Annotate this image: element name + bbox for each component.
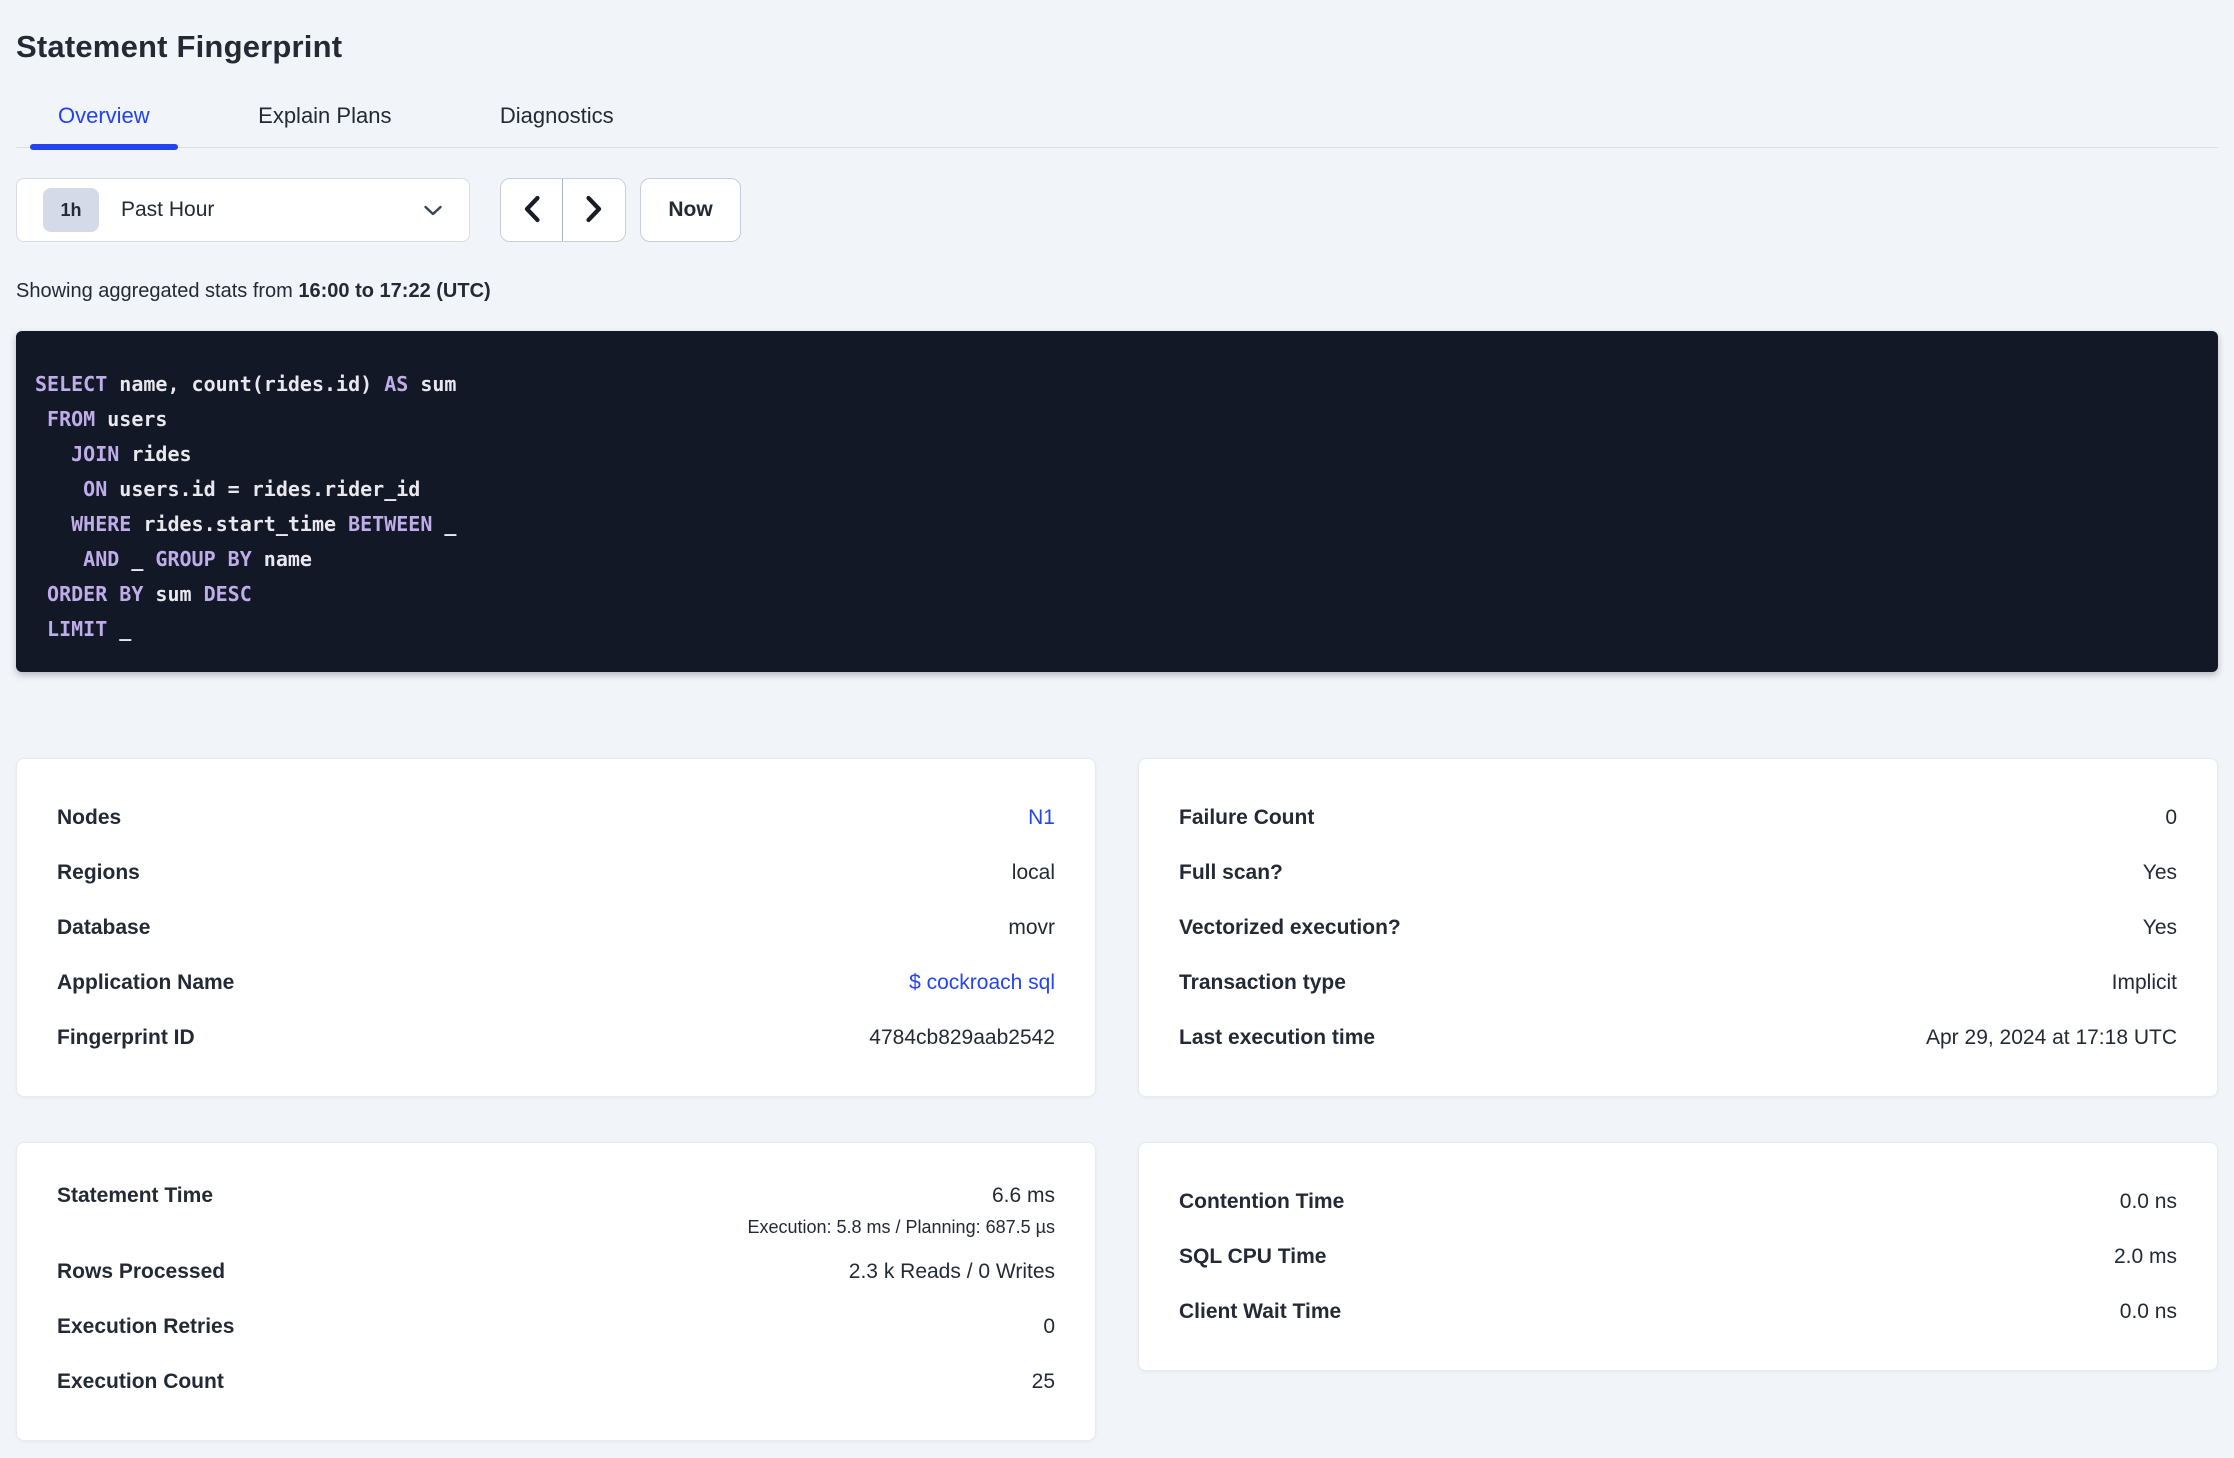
table-row: Full scan? Yes — [1139, 845, 2217, 900]
stats-summary-prefix: Showing aggregated stats from — [16, 280, 299, 302]
row-label: Vectorized execution? — [1179, 915, 1401, 939]
prev-time-button[interactable] — [501, 179, 563, 241]
row-label: Last execution time — [1179, 1025, 1376, 1049]
tab-bar: Overview Explain Plans Diagnostics — [16, 103, 2218, 150]
row-label: Statement Time — [57, 1184, 213, 1207]
sql-line: SELECT name, count(rides.id) AS sum — [35, 372, 457, 396]
table-row: Regions local — [17, 845, 1095, 900]
sql-line: FROM users — [47, 407, 168, 431]
table-row: Failure Count 0 — [1139, 790, 2217, 845]
row-label: Execution Count — [57, 1369, 224, 1393]
sql-line: JOIN rides — [71, 442, 192, 466]
row-value: 2.0 ms — [2113, 1244, 2177, 1268]
stats-summary: Showing aggregated stats from 16:00 to 1… — [16, 280, 2218, 303]
chevron-down-icon — [423, 204, 443, 217]
row-label: Rows Processed — [57, 1259, 226, 1283]
page-content: Statement Fingerprint Overview Explain P… — [0, 0, 2234, 1441]
sql-statement-block: SELECT name, count(rides.id) AS sum FROM… — [16, 331, 2218, 672]
sql-line: LIMIT _ — [47, 617, 132, 641]
table-row: Client Wait Time 0.0 ns — [1139, 1284, 2217, 1339]
table-row: Nodes N1 — [17, 790, 1095, 845]
row-label: Client Wait Time — [1179, 1299, 1342, 1323]
row-label: Nodes — [57, 805, 122, 829]
row-label: Application Name — [57, 970, 235, 994]
table-row: Transaction type Implicit — [1139, 955, 2217, 1010]
time-picker-row: 1h Past Hour Now — [16, 178, 2218, 242]
wait-times-card: Contention Time 0.0 ns SQL CPU Time 2.0 … — [1138, 1142, 2218, 1371]
now-button[interactable]: Now — [640, 178, 741, 242]
page-title: Statement Fingerprint — [16, 29, 343, 64]
row-value: 0 — [2165, 805, 2177, 829]
tab-diagnostics[interactable]: Diagnostics — [472, 103, 642, 147]
time-range-dropdown[interactable]: 1h Past Hour — [16, 178, 470, 242]
table-row: Fingerprint ID 4784cb829aab2542 — [17, 1010, 1095, 1065]
row-label: Execution Retries — [57, 1314, 235, 1338]
chevron-left-icon — [523, 195, 541, 226]
time-step-buttons — [500, 178, 626, 242]
row-value: 6.6 ms — [991, 1184, 1055, 1207]
time-range-badge: 1h — [43, 188, 99, 232]
table-row: Execution Count 25 — [17, 1354, 1095, 1409]
table-row: Rows Processed 2.3 k Reads / 0 Writes — [17, 1244, 1095, 1299]
row-value: 4784cb829aab2542 — [869, 1025, 1055, 1049]
row-value: local — [1011, 860, 1055, 884]
row-value: 0.0 ns — [2119, 1189, 2177, 1213]
stats-summary-range: 16:00 to 17:22 (UTC) — [298, 280, 491, 302]
row-label: Database — [57, 915, 151, 939]
row-subvalue: Execution: 5.8 ms / Planning: 687.5 µs — [747, 1217, 1055, 1237]
sql-line: WHERE rides.start_time BETWEEN _ — [71, 512, 457, 536]
table-row: Statement Time 6.6 ms Execution: 5.8 ms … — [17, 1174, 1095, 1244]
row-value-group: 6.6 ms Execution: 5.8 ms / Planning: 687… — [747, 1184, 1055, 1238]
table-row: Database movr — [17, 900, 1095, 955]
row-value: 25 — [1031, 1369, 1055, 1393]
row-value: Yes — [2142, 860, 2177, 884]
summary-cards: Nodes N1 Regions local Database movr App… — [16, 758, 2218, 1441]
row-label: Failure Count — [1179, 805, 1315, 829]
sql-line: AND _ GROUP BY name — [83, 547, 312, 571]
row-label: Contention Time — [1179, 1189, 1345, 1213]
row-label: Full scan? — [1179, 860, 1283, 884]
table-row: Execution Retries 0 — [17, 1299, 1095, 1354]
table-row: Vectorized execution? Yes — [1139, 900, 2217, 955]
row-label: Fingerprint ID — [57, 1025, 195, 1049]
execution-attributes-card: Failure Count 0 Full scan? Yes Vectorize… — [1138, 758, 2218, 1097]
application-name-link[interactable]: $ cockroach sql — [909, 971, 1055, 995]
row-value: Yes — [2142, 915, 2177, 939]
tab-explain-plans[interactable]: Explain Plans — [230, 103, 419, 147]
table-row: Contention Time 0.0 ns — [1139, 1174, 2217, 1229]
row-label: Regions — [57, 860, 140, 884]
table-row: Application Name $ cockroach sql — [17, 955, 1095, 1010]
statement-times-card: Statement Time 6.6 ms Execution: 5.8 ms … — [16, 1142, 1096, 1441]
row-label: Transaction type — [1179, 970, 1346, 994]
row-value: 0 — [1043, 1314, 1055, 1338]
sql-line: ORDER BY sum DESC — [47, 582, 252, 606]
row-value: 0.0 ns — [2119, 1299, 2177, 1323]
chevron-right-icon — [585, 195, 603, 226]
tab-overview[interactable]: Overview — [30, 103, 178, 150]
nodes-link[interactable]: N1 — [1028, 806, 1055, 830]
row-value: 2.3 k Reads / 0 Writes — [848, 1259, 1055, 1283]
table-row: SQL CPU Time 2.0 ms — [1139, 1229, 2217, 1284]
row-value: movr — [1008, 915, 1055, 939]
row-label: SQL CPU Time — [1179, 1244, 1327, 1268]
next-time-button[interactable] — [563, 179, 625, 241]
row-value: Apr 29, 2024 at 17:18 UTC — [1926, 1025, 2177, 1049]
table-row: Last execution time Apr 29, 2024 at 17:1… — [1139, 1010, 2217, 1065]
sql-line: ON users.id = rides.rider_id — [83, 477, 421, 501]
statement-details-card: Nodes N1 Regions local Database movr App… — [16, 758, 1096, 1097]
time-range-label: Past Hour — [121, 198, 215, 221]
row-value: Implicit — [2111, 970, 2177, 994]
